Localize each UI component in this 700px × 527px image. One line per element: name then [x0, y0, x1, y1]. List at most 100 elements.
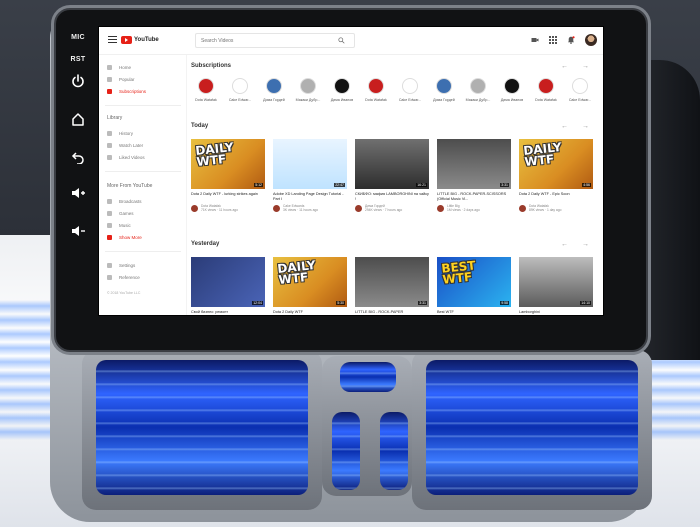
video-title[interactable]: Dota 2 Daily WTF - Epic Soon — [519, 192, 593, 202]
user-avatar[interactable] — [585, 34, 597, 46]
sidebar-item-popular[interactable]: Popular — [107, 75, 135, 84]
search-box — [195, 33, 355, 48]
mic-button[interactable]: MIC — [62, 28, 94, 46]
video-title[interactable]: LITTLE BIG - ROCK-PAPER — [355, 310, 429, 315]
channel-avatar — [572, 78, 588, 94]
subscriptions-arrows[interactable]: ← → — [561, 63, 595, 70]
logo-text: YouTube — [134, 37, 159, 43]
subscription-channel[interactable]: Cake Edwar... — [565, 78, 595, 102]
channel-name: Дима Гордей — [433, 98, 455, 102]
home-nav-icon — [107, 65, 112, 70]
subscription-channel[interactable]: Дима Иванов — [327, 78, 357, 102]
video-thumbnail[interactable]: 16:21 — [355, 139, 429, 189]
volume-up-button[interactable] — [62, 184, 94, 202]
home-button[interactable] — [62, 110, 94, 128]
channel-avatar — [300, 78, 316, 94]
channel-avatar — [538, 78, 554, 94]
notification-bell-icon[interactable] — [567, 36, 575, 44]
right-vent — [426, 360, 638, 495]
sidebar-item-games[interactable]: Games — [107, 209, 134, 218]
sidebar: Home Popular Subscriptions Library Histo… — [99, 55, 187, 315]
today-arrows[interactable]: ← → — [561, 123, 595, 130]
video-title[interactable]: Best WTF — [437, 310, 511, 315]
power-button[interactable] — [62, 72, 94, 90]
video-card[interactable]: 3:31 LITTLE BIG - ROCK-PAPER — [355, 257, 429, 315]
touchscreen: YouTube Home Popular Subscriptions Libra… — [98, 26, 604, 316]
video-thumbnail[interactable]: 22:47 — [273, 139, 347, 189]
video-card[interactable]: BEST WTF 9:58 Best WTF — [437, 257, 511, 315]
youtube-logo[interactable]: YouTube — [121, 36, 159, 44]
channel-name: Cake Edwar... — [568, 98, 592, 102]
search-input[interactable] — [196, 37, 336, 44]
sidebar-item-home[interactable]: Home — [107, 63, 131, 72]
channel-name: Макаки Дубр... — [465, 98, 491, 102]
center-vent-top — [340, 362, 396, 392]
video-title[interactable]: Dota 2 Daily WTF — [273, 310, 347, 315]
channel-name: Дима Гордей — [263, 98, 285, 102]
video-card[interactable]: 3:31 LITTLE BIG - ROCK-PAPER-SCISSORS (Of… — [437, 139, 511, 212]
sidebar-item-history[interactable]: History — [107, 129, 133, 138]
upload-video-icon[interactable] — [531, 36, 539, 44]
sidebar-item-settings[interactable]: Settings — [107, 261, 135, 270]
video-card[interactable]: 14:10 Lamborghini — [519, 257, 593, 315]
video-title[interactable]: Adobe XD Landing Page Design Tutorial - … — [273, 192, 347, 202]
channel-avatar — [273, 204, 280, 212]
video-thumbnail[interactable]: 12:04 — [191, 257, 265, 307]
subscription-channel[interactable]: Дима Гордей — [429, 78, 459, 102]
video-title[interactable]: Свой бизнес: ремонт — [191, 310, 265, 315]
reset-button[interactable]: RST — [62, 50, 94, 68]
sidebar-item-liked-videos[interactable]: Liked Videos — [107, 153, 145, 162]
apps-grid-icon[interactable] — [549, 36, 557, 44]
video-card[interactable]: 12:04 Свой бизнес: ремонт — [191, 257, 265, 315]
subscription-channel[interactable]: Дима Гордей — [259, 78, 289, 102]
video-title[interactable]: LITTLE BIG - ROCK-PAPER-SCISSORS (Offici… — [437, 192, 511, 202]
video-card[interactable]: DAILY WTF 5:12 Dota 2 Daily WTF - lurking s… — [191, 139, 265, 212]
volume-down-icon — [72, 226, 85, 236]
subscription-channel[interactable]: Макаки Дубр... — [463, 78, 493, 102]
volume-up-icon — [72, 188, 85, 198]
video-card[interactable]: 22:47 Adobe XD Landing Page Design Tutori… — [273, 139, 347, 212]
menu-icon[interactable] — [108, 36, 117, 44]
video-title[interactable]: СКИБФО: мафия LAMBORGHINI на чайку ! — [355, 192, 429, 202]
video-thumbnail[interactable]: DAILY WTF 5:12 — [191, 139, 265, 189]
video-thumbnail[interactable]: 14:10 — [519, 257, 593, 307]
video-meta: Dota Watafak 71K views · 11 hours ago — [191, 204, 265, 212]
library-heading: Library — [107, 115, 123, 121]
search-icon[interactable] — [338, 37, 345, 44]
yesterday-arrows[interactable]: ← → — [561, 241, 595, 248]
video-duration: 3:31 — [500, 183, 509, 187]
video-thumbnail[interactable]: 3:31 — [355, 257, 429, 307]
back-button[interactable] — [62, 148, 94, 166]
channel-avatar — [519, 204, 526, 212]
video-stats: 3K views · 11 hours ago — [283, 208, 319, 212]
sidebar-item-show-more[interactable]: Show More — [107, 233, 142, 242]
video-meta: Little Big 1M views · 2 days ago — [437, 204, 511, 212]
sidebar-item-watch-later[interactable]: Watch Later — [107, 141, 143, 150]
subscription-channel[interactable]: Cake Edwar... — [225, 78, 255, 102]
video-card[interactable]: 16:21 СКИБФО: мафия LAMBORGHINI на чайку … — [355, 139, 429, 212]
video-title[interactable]: Lamborghini — [519, 310, 593, 315]
subscription-channel[interactable]: Dota Watafak — [531, 78, 561, 102]
sidebar-item-music[interactable]: Music — [107, 221, 131, 230]
sidebar-item-subscriptions[interactable]: Subscriptions — [107, 87, 146, 96]
channel-avatar — [191, 204, 198, 212]
video-duration: 3:31 — [418, 301, 427, 305]
volume-down-button[interactable] — [62, 222, 94, 240]
video-meta: Дима Гордей 294K views · 7 hours ago — [355, 204, 429, 212]
video-title[interactable]: Dota 2 Daily WTF - lurking strikes again — [191, 192, 265, 202]
subscription-channel[interactable]: Dota Watafak — [191, 78, 221, 102]
sidebar-item-reference[interactable]: Reference — [107, 273, 140, 282]
video-thumbnail[interactable]: BEST WTF 9:58 — [437, 257, 511, 307]
video-thumbnail[interactable]: 3:31 — [437, 139, 511, 189]
subscription-channel[interactable]: Макаки Дубр... — [293, 78, 323, 102]
video-thumbnail[interactable]: DAILY WTF 5:30 — [273, 257, 347, 307]
subscription-channel[interactable]: Dota Watafak — [361, 78, 391, 102]
video-card[interactable]: DAILY WTF 5:30 Dota 2 Daily WTF — [273, 257, 347, 315]
channel-name: Dota Watafak — [535, 98, 557, 102]
video-card[interactable]: DAILY WTF 4:56 Dota 2 Daily WTF - Epic Soon… — [519, 139, 593, 212]
subscription-channel[interactable]: Cake Edwar... — [395, 78, 425, 102]
subscription-channel[interactable]: Дима Иванов — [497, 78, 527, 102]
today-title: Today — [191, 123, 209, 129]
sidebar-item-broadcasts[interactable]: Broadcasts — [107, 197, 142, 206]
video-thumbnail[interactable]: DAILY WTF 4:56 — [519, 139, 593, 189]
